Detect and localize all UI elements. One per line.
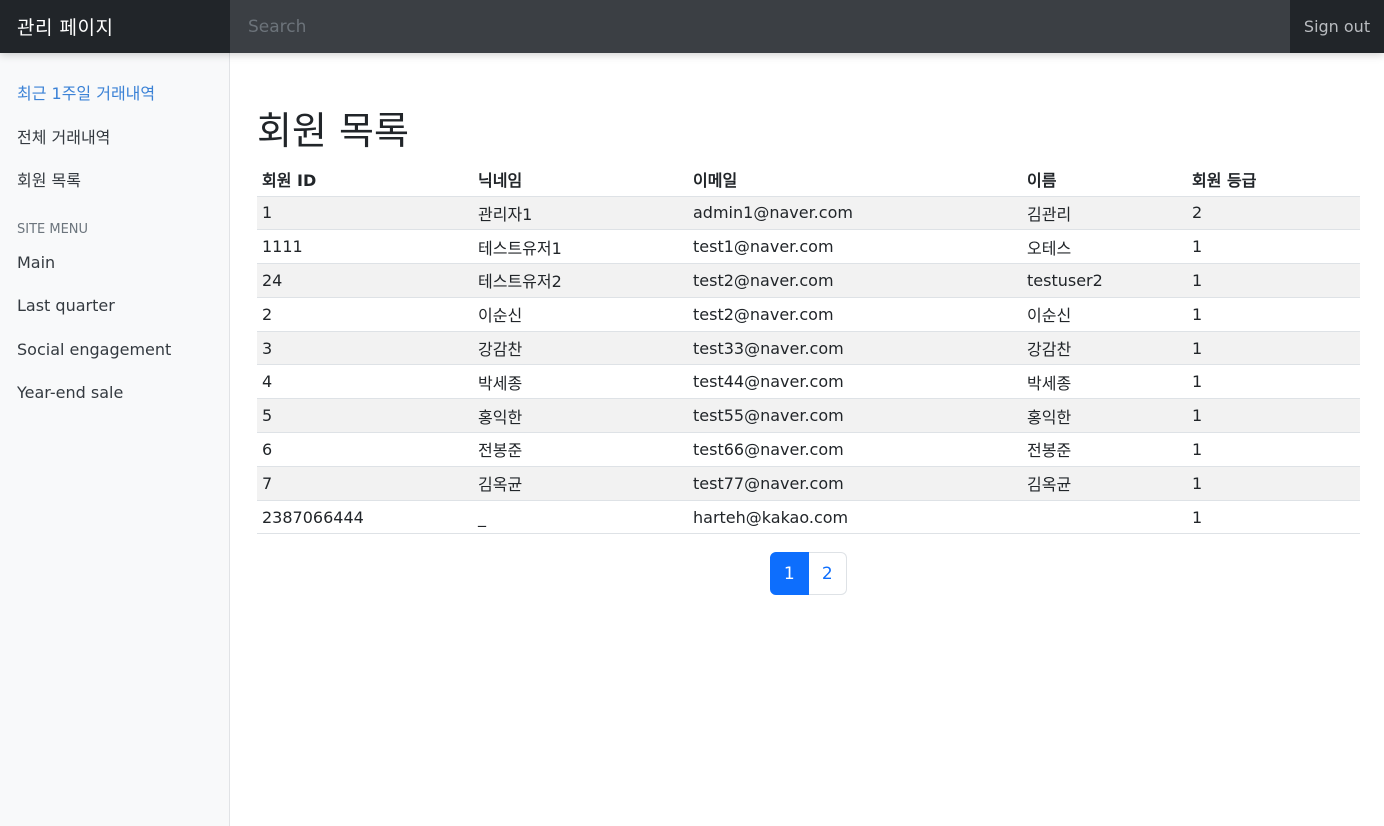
member-table-body: 1 관리자1 admin1@naver.com 김관리 2 1111 테스트유저1 test1… [257,196,1360,535]
sidebar: 최근 1주일 거래내역 전체 거래내역 회원 목록 SITE MENU Main… [0,53,230,826]
table-row: 4 박세종 test44@naver.com 박세종 1 [257,364,1360,400]
cell-member-grade: 2 [1187,196,1360,231]
search-input[interactable] [230,0,1290,53]
cell-nickname: 전봉준 [473,432,688,467]
cell-member-id: 1 [257,196,473,231]
cell-email: test2@naver.com [688,263,1022,298]
sidebar-item-main[interactable]: Main [0,241,229,285]
cell-member-id: 6 [257,432,473,467]
cell-nickname: 홍익한 [473,398,688,434]
member-table: 회원 ID 닉네임 이메일 이름 회원 등급 1 관리자1 admin1@naver… [257,163,1360,535]
cell-name: 강감찬 [1022,331,1187,366]
cell-member-grade: 1 [1187,364,1360,400]
cell-member-id: 2 [257,297,473,332]
column-header-name: 이름 [1022,163,1187,197]
cell-member-id: 1111 [257,229,473,265]
sidebar-item-recent-week-transactions[interactable]: 최근 1주일 거래내역 [0,72,229,116]
cell-email: test33@naver.com [688,331,1022,366]
cell-email: test1@naver.com [688,229,1022,265]
column-header-member-grade: 회원 등급 [1187,163,1360,197]
cell-name: 김관리 [1022,196,1187,231]
cell-member-grade: 1 [1187,263,1360,298]
cell-name: 김옥균 [1022,466,1187,501]
table-row: 3 강감찬 test33@naver.com 강감찬 1 [257,331,1360,366]
sidebar-item-last-quarter[interactable]: Last quarter [0,284,229,328]
main-content: 회원 목록 회원 ID 닉네임 이메일 이름 회원 등급 1 관리자1 admin1… [230,53,1384,826]
cell-member-grade: 1 [1187,500,1360,535]
cell-name: 오테스 [1022,229,1187,265]
sidebar-site-menu: Main Last quarter Social engagement Year… [0,241,229,415]
cell-email: harteh@kakao.com [688,500,1022,535]
cell-name: 박세종 [1022,364,1187,400]
cell-member-grade: 1 [1187,331,1360,366]
cell-nickname: 테스트유저1 [473,229,688,265]
cell-member-grade: 1 [1187,398,1360,434]
cell-name: 이순신 [1022,297,1187,332]
cell-nickname: 관리자1 [473,196,688,231]
column-header-nickname: 닉네임 [473,163,688,197]
cell-email: test44@naver.com [688,364,1022,400]
cell-email: test77@naver.com [688,466,1022,501]
table-row: 1111 테스트유저1 test1@naver.com 오테스 1 [257,229,1360,265]
cell-nickname: 박세종 [473,364,688,400]
cell-member-id: 4 [257,364,473,400]
cell-email: test55@naver.com [688,398,1022,434]
table-row: 2 이순신 test2@naver.com 이순신 1 [257,297,1360,332]
page-link-1[interactable]: 1 [770,552,809,596]
cell-member-grade: 1 [1187,229,1360,265]
sidebar-item-all-transactions[interactable]: 전체 거래내역 [0,116,229,160]
cell-member-id: 3 [257,331,473,366]
cell-member-id: 24 [257,263,473,298]
table-row: 7 김옥균 test77@naver.com 김옥균 1 [257,466,1360,501]
sidebar-item-social-engagement[interactable]: Social engagement [0,328,229,372]
cell-name: 홍익한 [1022,398,1187,434]
cell-name: 전봉준 [1022,432,1187,467]
sidebar-site-menu-heading: SITE MENU [17,221,89,237]
cell-member-id: 2387066444 [257,500,473,535]
pagination: 12 [257,552,1360,596]
cell-nickname: 김옥균 [473,466,688,501]
sidebar-item-member-list[interactable]: 회원 목록 [0,159,229,203]
cell-nickname: 이순신 [473,297,688,332]
cell-name: testuser2 [1022,263,1187,298]
cell-member-grade: 1 [1187,466,1360,501]
table-row: 2387066444 _ harteh@kakao.com 1 [257,500,1360,535]
brand-title[interactable]: 관리 페이지 [0,0,230,53]
page-title: 회원 목록 [257,109,409,153]
page-link-2[interactable]: 2 [808,552,847,596]
cell-member-grade: 1 [1187,297,1360,332]
cell-email: test2@naver.com [688,297,1022,332]
table-row: 6 전봉준 test66@naver.com 전봉준 1 [257,432,1360,467]
table-row: 5 홍익한 test55@naver.com 홍익한 1 [257,398,1360,434]
sidebar-primary-nav: 최근 1주일 거래내역 전체 거래내역 회원 목록 [0,72,229,203]
cell-name [1022,500,1187,535]
table-row: 1 관리자1 admin1@naver.com 김관리 2 [257,196,1360,231]
sidebar-item-year-end-sale[interactable]: Year-end sale [0,371,229,415]
cell-member-id: 7 [257,466,473,501]
column-header-member-id: 회원 ID [257,163,473,197]
column-header-email: 이메일 [688,163,1022,197]
cell-nickname: 강감찬 [473,331,688,366]
top-navbar: 관리 페이지 Sign out [0,0,1384,53]
cell-nickname: _ [473,500,688,535]
table-row: 24 테스트유저2 test2@naver.com testuser2 1 [257,263,1360,298]
cell-email: test66@naver.com [688,432,1022,467]
cell-member-id: 5 [257,398,473,434]
cell-nickname: 테스트유저2 [473,263,688,298]
sign-out-button[interactable]: Sign out [1290,0,1384,53]
cell-member-grade: 1 [1187,432,1360,467]
cell-email: admin1@naver.com [688,196,1022,231]
table-header-row: 회원 ID 닉네임 이메일 이름 회원 등급 [257,163,1360,197]
